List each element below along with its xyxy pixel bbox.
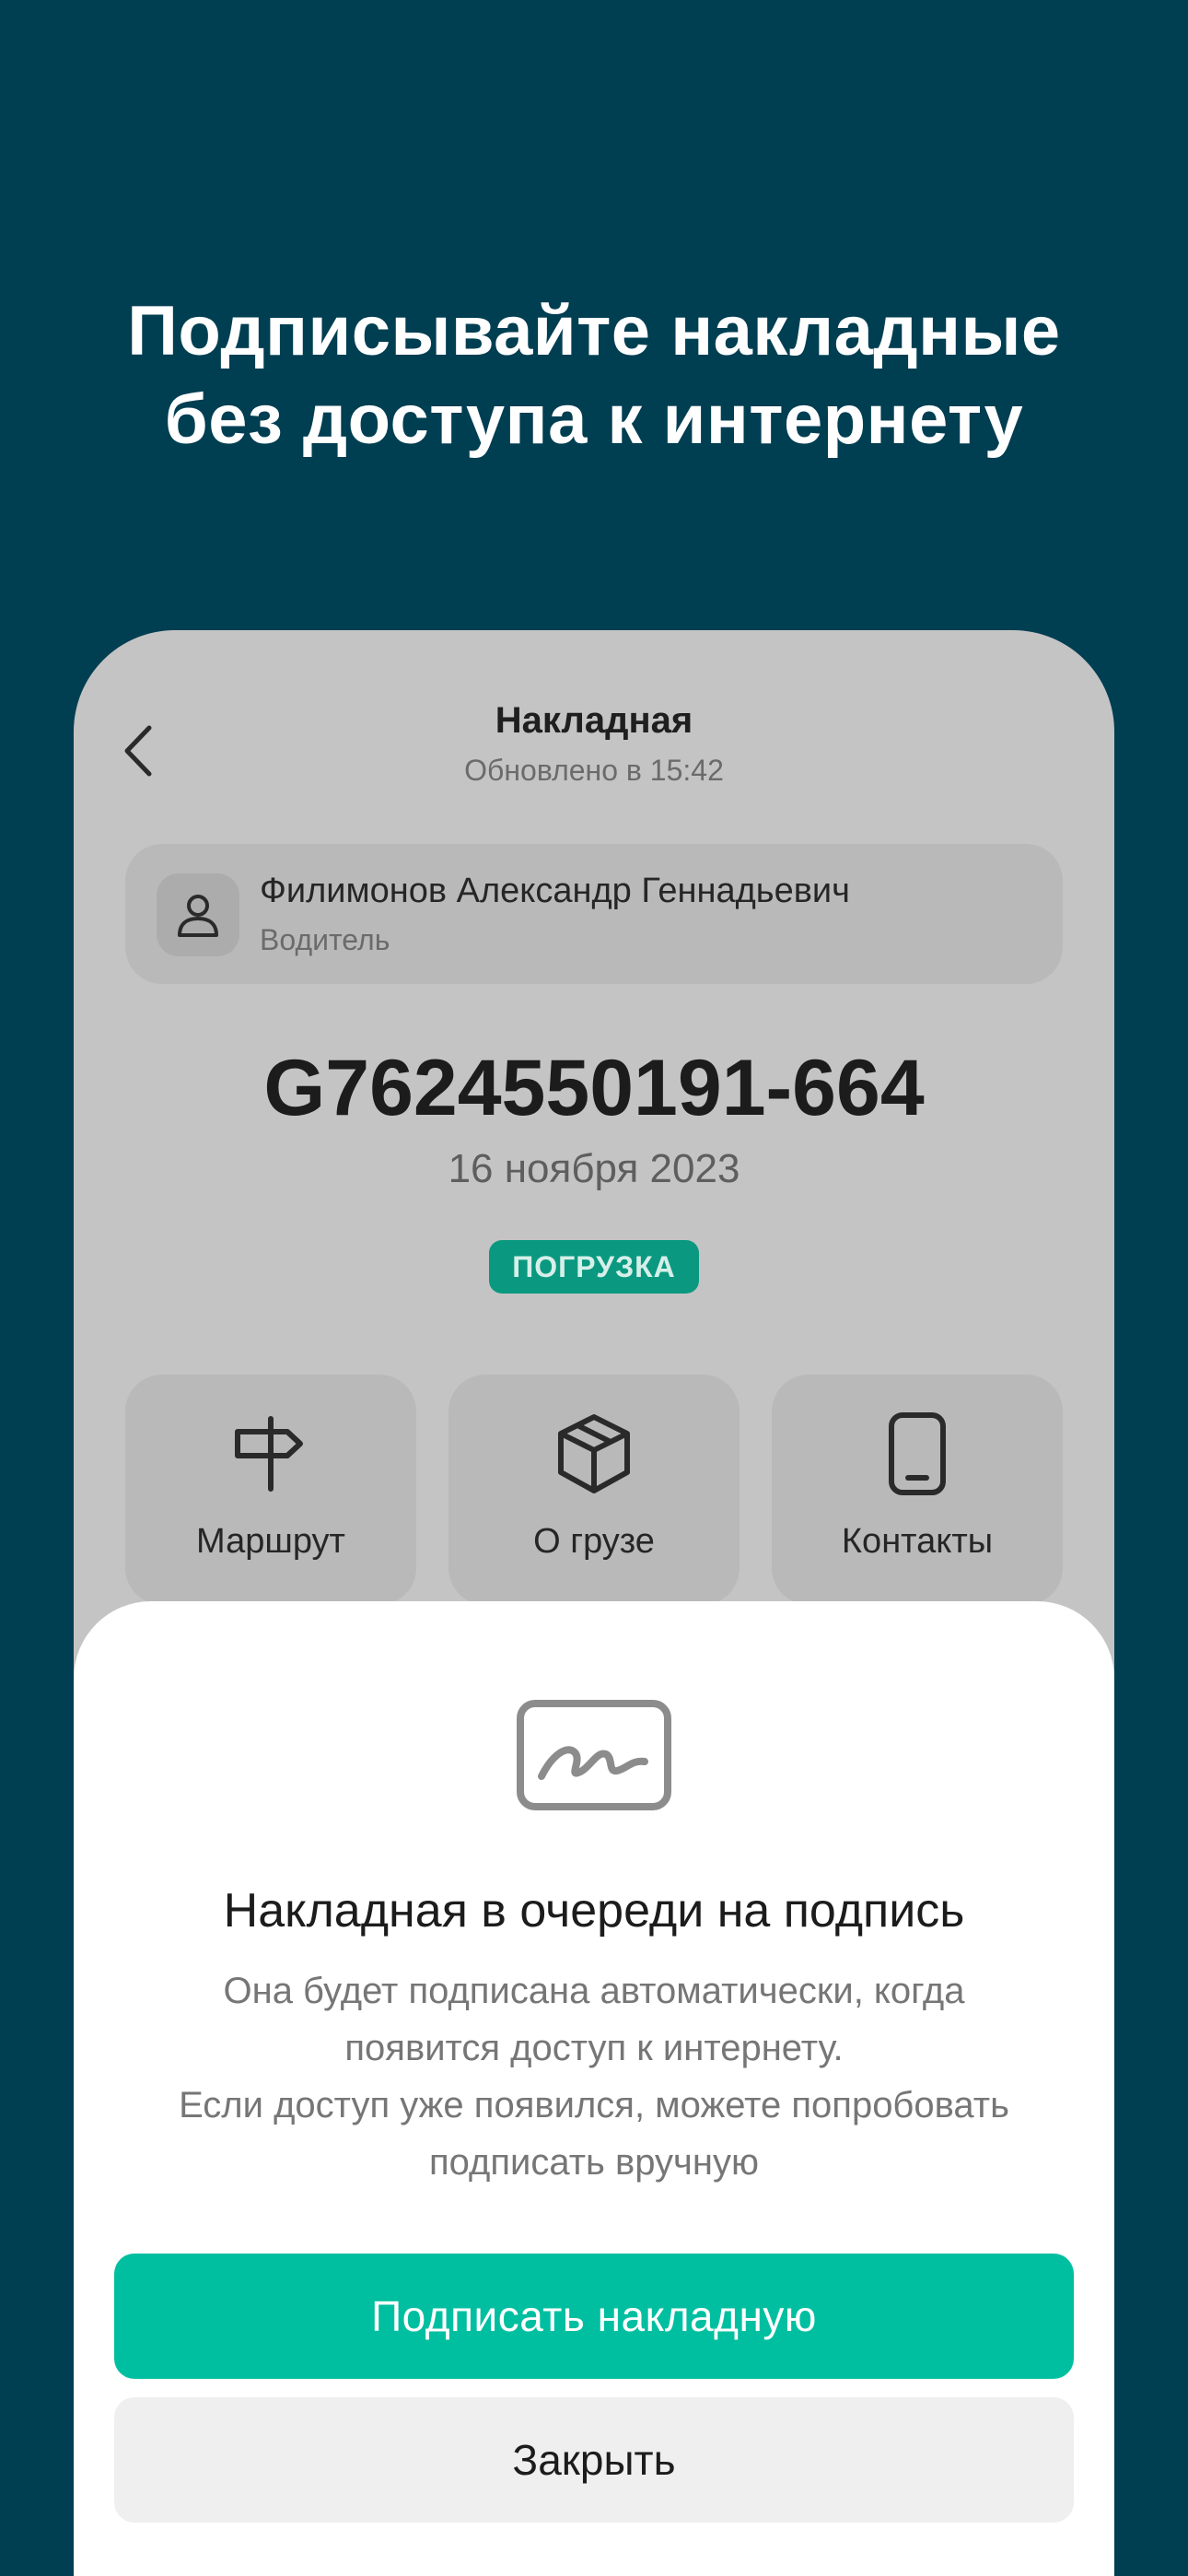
bottom-sheet: Накладная в очереди на подпись Она будет…	[74, 1601, 1114, 2576]
page-subtitle: Обновлено в 15:42	[464, 754, 724, 787]
status-badge: ПОГРУЗКА	[489, 1240, 699, 1294]
contacts-button[interactable]: Контакты	[772, 1375, 1063, 1605]
document-number: G7624550191-664	[263, 1044, 925, 1132]
promo-title-line-2: без доступа к интернету	[164, 381, 1024, 459]
page-title: Накладная	[495, 700, 693, 741]
person-icon	[178, 895, 218, 937]
sheet-desc-line-2: появится доступ к интернету.	[344, 2028, 844, 2068]
cargo-button[interactable]: О грузе	[448, 1375, 740, 1605]
route-button[interactable]: Маршрут	[125, 1375, 416, 1605]
box-icon	[558, 1414, 630, 1493]
route-label: Маршрут	[196, 1522, 345, 1561]
close-button[interactable]: Закрыть	[114, 2397, 1074, 2523]
driver-role: Водитель	[260, 923, 390, 956]
avatar	[157, 873, 239, 956]
sheet-description: Она будет подписана автоматически, когда…	[111, 1962, 1077, 2191]
promo-title: Подписывайте накладные без доступа к инт…	[0, 287, 1188, 464]
sheet-desc-line-1: Она будет подписана автоматически, когда	[223, 1971, 965, 2011]
sheet-desc-line-3: Если доступ уже появился, можете попробо…	[179, 2085, 1009, 2125]
driver-name: Филимонов Александр Геннадьевич	[260, 872, 850, 910]
contacts-label: Контакты	[841, 1522, 994, 1561]
sheet-title: Накладная в очереди на подпись	[223, 1884, 965, 1938]
signature-icon	[517, 1700, 671, 1810]
promo-title-line-1: Подписывайте накладные	[127, 292, 1061, 370]
sheet-desc-line-4: подписать вручную	[429, 2142, 759, 2183]
phone-icon	[889, 1412, 946, 1495]
document-date: 16 ноября 2023	[448, 1146, 740, 1191]
driver-card[interactable]: Филимонов Александр Геннадьевич Водитель	[125, 844, 1063, 984]
cargo-label: О грузе	[533, 1522, 655, 1561]
sign-invoice-button[interactable]: Подписать накладную	[114, 2254, 1074, 2379]
signpost-icon	[235, 1416, 303, 1492]
